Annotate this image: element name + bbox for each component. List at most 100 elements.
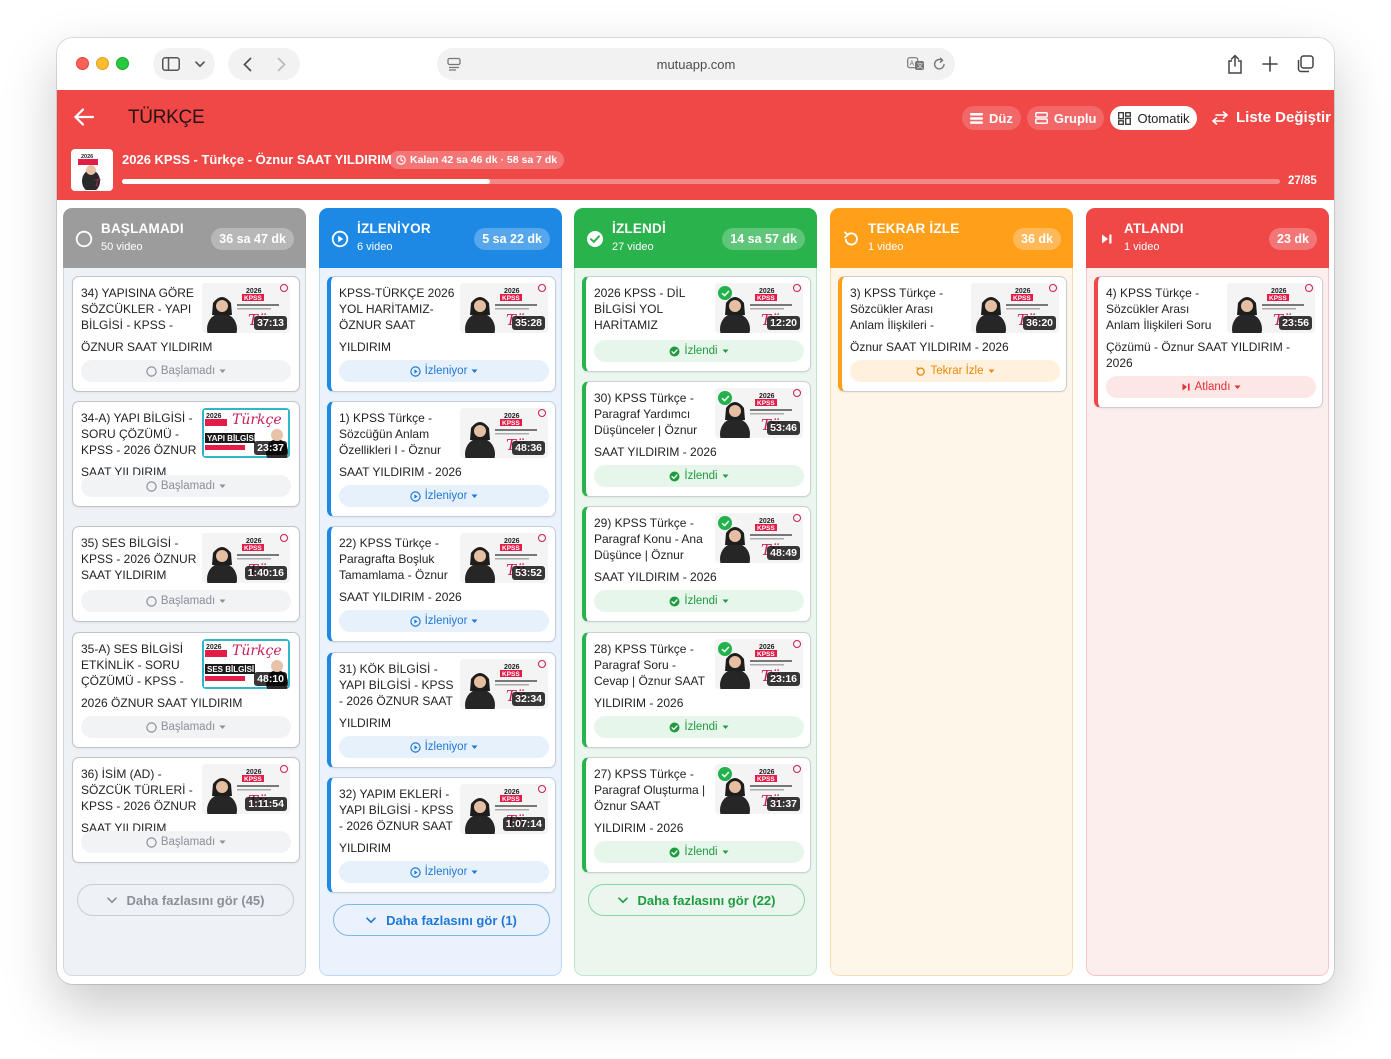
status-dropdown[interactable]: İzlendi [594, 590, 804, 612]
close-window-button[interactable] [76, 57, 89, 70]
video-card[interactable]: 29) KPSS Türkçe - Paragraf Konu - Ana Dü… [582, 506, 811, 622]
video-thumbnail[interactable]: 2026 KPSS Tü 23:16 [715, 639, 803, 689]
status-dropdown[interactable]: Başlamadı [81, 831, 291, 853]
column-video-count: 1 video [1124, 241, 1160, 253]
video-thumbnail[interactable]: 2026 KPSS Tü 1:07:14 [460, 784, 548, 834]
video-thumbnail[interactable]: 2026 Türkçe SES BİLGİSİ SES BİLGİSİ 48:1… [202, 639, 290, 689]
column-name: TEKRAR İZLE [868, 221, 960, 236]
video-card[interactable]: 3) KPSS Türkçe - Sözcükler Arası Anlam İ… [838, 276, 1067, 392]
video-card[interactable]: 1) KPSS Türkçe - Sözcüğün Anlam Özellikl… [327, 401, 556, 517]
svg-text:KPSS: KPSS [502, 420, 520, 427]
caret-down-icon [988, 369, 995, 373]
grouped-icon [1034, 112, 1048, 124]
video-card[interactable]: 32) YAPIM EKLERİ - YAPI BİLGİSİ - KPSS -… [327, 777, 556, 893]
sidebar-icon[interactable] [162, 56, 180, 72]
page-settings-icon[interactable] [446, 56, 462, 72]
chevron-down-icon[interactable] [193, 57, 207, 71]
forward-icon[interactable] [272, 55, 290, 73]
status-dropdown[interactable]: İzleniyor [339, 360, 549, 382]
status-dropdown[interactable]: İzlendi [594, 716, 804, 738]
video-thumbnail[interactable]: 2026 KPSS Tü 48:36 [460, 408, 548, 458]
status-label: İzlendi [684, 846, 718, 858]
watched-check-icon [718, 286, 732, 300]
status-dropdown[interactable]: İzlendi [594, 340, 804, 362]
view-auto-button[interactable]: Otomatik [1110, 106, 1198, 130]
show-more-button[interactable]: Daha fazlasını gör (1) [333, 904, 550, 936]
video-thumbnail[interactable]: 2026 KPSS Tü 53:46 [715, 388, 803, 438]
column-header[interactable]: ATLANDI 1 video 23 dk [1086, 208, 1329, 268]
video-card[interactable]: 4) KPSS Türkçe - Sözcükler Arası Anlam İ… [1094, 276, 1323, 408]
video-thumbnail[interactable]: 2026 KPSS Tü 35:28 [460, 283, 548, 333]
status-dropdown[interactable]: İzleniyor [339, 736, 549, 758]
video-card[interactable]: 2026 KPSS - DİL BİLGİSİ YOL HARİTAMIZ 20… [582, 276, 811, 372]
video-card[interactable]: 22) KPSS Türkçe - Paragrafta Boşluk Tama… [327, 526, 556, 642]
video-thumbnail[interactable]: 2026 Türkçe YAPI BİLGİSİ YAPI BİLGİSİ 23… [202, 408, 290, 458]
show-more-button[interactable]: Daha fazlasını gör (45) [77, 884, 294, 916]
share-icon[interactable] [1225, 53, 1245, 75]
video-thumbnail[interactable]: 2026 KPSS Tü 32:34 [460, 659, 548, 709]
status-label: İzlendi [684, 721, 718, 733]
video-duration: 53:52 [512, 566, 545, 580]
video-thumbnail[interactable]: 2026 KPSS Tü 1:11:54 [202, 764, 290, 814]
column-header[interactable]: İZLENDİ 27 video 14 sa 57 dk [574, 208, 817, 268]
video-duration: 32:34 [512, 692, 545, 706]
zoom-window-button[interactable] [116, 57, 129, 70]
status-dropdown[interactable]: Tekrar İzle [850, 360, 1060, 382]
browser-toolbar: mutuapp.com A文 [57, 38, 1334, 90]
reload-icon[interactable] [931, 56, 947, 72]
video-thumbnail[interactable]: 2026 KPSS Tü 12:20 [715, 283, 803, 333]
translate-icon[interactable]: A文 [907, 56, 925, 72]
view-flat-button[interactable]: Düz [962, 106, 1021, 130]
video-card[interactable]: 31) KÖK BİLGİSİ - YAPI BİLGİSİ - KPSS - … [327, 652, 556, 768]
video-duration: 23:16 [767, 672, 800, 686]
status-dropdown[interactable]: İzlendi [594, 465, 804, 487]
video-title: 3) KPSS Türkçe - Sözcükler Arası Anlam İ… [850, 286, 944, 332]
status-dropdown[interactable]: İzlendi [594, 841, 804, 863]
status-dropdown[interactable]: Başlamadı [81, 590, 291, 612]
tab-overview-icon[interactable] [1295, 54, 1315, 74]
video-thumbnail[interactable]: 2026 KPSS Tü 23:56 [1227, 283, 1315, 333]
video-card[interactable]: 36) İSİM (AD) - SÖZCÜK TÜRLERİ - KPSS - … [72, 757, 300, 863]
status-dropdown[interactable]: İzleniyor [339, 610, 549, 632]
status-label: Başlamadı [160, 721, 216, 733]
status-dropdown[interactable]: Başlamadı [81, 360, 291, 382]
list-change-button[interactable]: Liste Değiştir [1212, 109, 1331, 126]
minimize-window-button[interactable] [96, 57, 109, 70]
video-duration: 31:37 [767, 797, 800, 811]
video-thumbnail[interactable]: 2026 KPSS Tü 31:37 [715, 764, 803, 814]
video-card[interactable]: 35) SES BİLGİSİ - KPSS - 2026 ÖZNUR SAAT… [72, 526, 300, 622]
column-video-count: 27 video [612, 241, 654, 253]
back-icon[interactable] [238, 55, 256, 73]
video-thumbnail[interactable]: 2026 KPSS Tü 48:49 [715, 513, 803, 563]
status-dropdown[interactable]: İzleniyor [339, 861, 549, 883]
column-header[interactable]: İZLENİYOR 6 video 5 sa 22 dk [319, 208, 562, 268]
video-subtitle: YILDIRIM [339, 340, 392, 354]
video-thumbnail[interactable]: 2026 KPSS Tü 36:20 [971, 283, 1059, 333]
new-tab-icon[interactable] [1260, 54, 1280, 74]
back-arrow-icon[interactable] [73, 106, 97, 130]
video-subtitle: YILDIRIM [339, 716, 392, 730]
video-card[interactable]: 34-A) YAPI BİLGİSİ - SORU ÇÖZÜMÜ - KPSS … [72, 401, 300, 507]
column-skipped: ATLANDI 1 video 23 dk 4) KPSS Türkçe - S… [1086, 208, 1329, 976]
video-card[interactable]: 30) KPSS Türkçe - Paragraf Yardımcı Düşü… [582, 381, 811, 497]
column-header[interactable]: BAŞLAMADI 50 video 36 sa 47 dk [63, 208, 306, 268]
video-card[interactable]: KPSS-TÜRKÇE 2026 YOL HARİTAMIZ- ÖZNUR SA… [327, 276, 556, 392]
status-dropdown[interactable]: Atlandı [1106, 376, 1316, 398]
status-dropdown[interactable]: Başlamadı [81, 716, 291, 738]
watched-status-icon [669, 471, 680, 482]
status-dropdown[interactable]: İzleniyor [339, 485, 549, 507]
address-bar[interactable]: mutuapp.com A文 [437, 48, 955, 80]
video-card[interactable]: 28) KPSS Türkçe - Paragraf Soru - Cevap … [582, 632, 811, 748]
video-card[interactable]: 34) YAPISINA GÖRE SÖZCÜKLER - YAPI BİLGİ… [72, 276, 300, 392]
column-header[interactable]: TEKRAR İZLE 1 video 36 dk [830, 208, 1073, 268]
status-dropdown[interactable]: Başlamadı [81, 475, 291, 497]
video-card[interactable]: 35-A) SES BİLGİSİ ETKİNLİK - SORU ÇÖZÜMÜ… [72, 632, 300, 748]
video-duration: 12:20 [767, 316, 800, 330]
video-thumbnail[interactable]: 2026 KPSS Tü 53:52 [460, 533, 548, 583]
view-grouped-button[interactable]: Gruplu [1026, 106, 1105, 130]
video-thumbnail[interactable]: 2026 KPSS Tü 37:13 [202, 283, 290, 333]
column-video-count: 50 video [101, 241, 143, 253]
video-card[interactable]: 27) KPSS Türkçe - Paragraf Oluşturma | Ö… [582, 757, 811, 873]
video-thumbnail[interactable]: 2026 KPSS Tü 1:40:16 [202, 533, 290, 583]
show-more-button[interactable]: Daha fazlasını gör (22) [588, 884, 805, 916]
